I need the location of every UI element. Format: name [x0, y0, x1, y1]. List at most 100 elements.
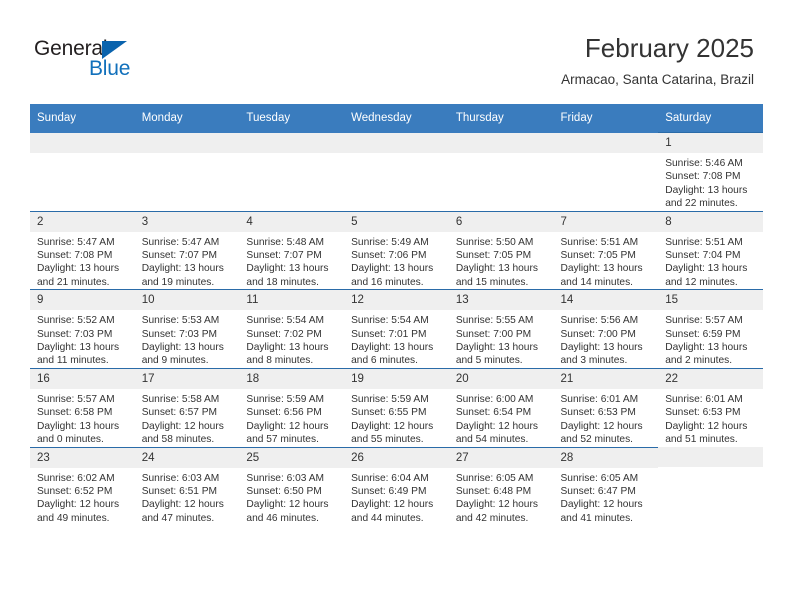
calendar-day-cell[interactable]: 7 Sunrise: 5:51 AM Sunset: 7:05 PM Daylight… — [553, 210, 659, 290]
daylight-duration-line1: Daylight: 12 hours — [351, 499, 434, 511]
calendar-day-cell[interactable]: 1 Sunrise: 5:46 AM Sunset: 7:08 PM Daylight… — [658, 132, 763, 212]
day-number — [134, 132, 240, 153]
page-subtitle: Armacao, Santa Catarina, Brazil — [561, 72, 754, 87]
page-title: February 2025 — [584, 33, 754, 63]
daylight-duration-line1: Daylight: 12 hours — [351, 420, 434, 432]
day-number: 24 — [134, 447, 240, 468]
calendar-day-cell[interactable]: 3 Sunrise: 5:47 AM Sunset: 7:07 PM Daylight… — [134, 210, 240, 290]
calendar-day-cell[interactable]: 19 Sunrise: 5:59 AM Sunset: 6:55 PM Dayligh… — [344, 367, 449, 447]
daylight-duration-line2: and 15 minutes. — [455, 276, 529, 288]
calendar-day-cell[interactable]: 8 Sunrise: 5:51 AM Sunset: 7:04 PM Daylight… — [658, 210, 763, 290]
daylight-duration-line1: Daylight: 13 hours — [455, 342, 538, 354]
daylight-duration-line1: Daylight: 13 hours — [141, 342, 224, 354]
calendar-day-cell[interactable]: 5 Sunrise: 5:49 AM Sunset: 7:06 PM Daylight… — [344, 210, 449, 290]
sunset-time: Sunset: 7:07 PM — [246, 250, 322, 262]
daylight-duration-line2: and 44 minutes. — [351, 512, 424, 524]
day-details: Sunrise: 5:57 AM Sunset: 6:59 PM Daylight:… — [658, 310, 763, 368]
day-details: Sunrise: 5:47 AM Sunset: 7:07 PM Daylight:… — [135, 232, 240, 290]
calendar-day-cell[interactable]: 17 Sunrise: 5:58 AM Sunset: 6:57 PM Dayligh… — [134, 367, 240, 447]
sunset-time: Sunset: 7:08 PM — [665, 171, 741, 183]
calendar-day-cell[interactable]: 28 Sunrise: 6:05 AM Sunset: 6:47 PM Dayligh… — [553, 446, 659, 526]
calendar-day-cell[interactable]: 6 Sunrise: 5:50 AM Sunset: 7:05 PM Daylight… — [448, 210, 554, 290]
daylight-duration-line1: Daylight: 13 hours — [351, 263, 434, 275]
calendar-day-cell[interactable]: 12 Sunrise: 5:54 AM Sunset: 7:01 PM Dayligh… — [344, 289, 449, 369]
calendar-day-cell[interactable]: 21 Sunrise: 6:01 AM Sunset: 6:53 PM Dayligh… — [553, 367, 659, 447]
calendar-day-cell-empty — [134, 132, 240, 212]
daylight-duration-line1: Daylight: 13 hours — [37, 263, 120, 275]
day-number: 13 — [448, 290, 554, 311]
sunset-time: Sunset: 6:51 PM — [141, 485, 218, 497]
sunrise-time: Sunrise: 5:50 AM — [455, 236, 534, 248]
daylight-duration-line1: Daylight: 12 hours — [455, 499, 538, 511]
day-number: 8 — [658, 211, 763, 232]
day-number: 1 — [658, 133, 763, 153]
daylight-duration-line2: and 57 minutes. — [246, 434, 319, 446]
sunset-time: Sunset: 7:03 PM — [141, 328, 218, 340]
daylight-duration-line2: and 46 minutes. — [246, 512, 319, 524]
day-details: Sunrise: 6:00 AM Sunset: 6:54 PM Daylight:… — [449, 389, 554, 447]
daylight-duration-line1: Daylight: 12 hours — [560, 499, 643, 511]
calendar-day-cell[interactable]: 23 Sunrise: 6:02 AM Sunset: 6:52 PM Dayligh… — [30, 446, 135, 526]
day-details: Sunrise: 5:57 AM Sunset: 6:58 PM Daylight:… — [30, 389, 135, 447]
calendar-day-cell[interactable]: 24 Sunrise: 6:03 AM Sunset: 6:51 PM Dayligh… — [134, 446, 240, 526]
calendar-page: General Blue February 2025 Armacao, Sant… — [0, 0, 792, 612]
day-details: Sunrise: 5:50 AM Sunset: 7:05 PM Daylight:… — [449, 232, 554, 290]
daylight-duration-line2: and 18 minutes. — [246, 276, 319, 288]
general-blue-logo[interactable]: General Blue — [34, 38, 224, 86]
calendar-day-cell[interactable]: 18 Sunrise: 5:59 AM Sunset: 6:56 PM Dayligh… — [239, 367, 345, 447]
day-details: Sunrise: 6:05 AM Sunset: 6:47 PM Daylight:… — [554, 468, 659, 526]
calendar-day-cell[interactable]: 2 Sunrise: 5:47 AM Sunset: 7:08 PM Daylight… — [30, 210, 135, 290]
daylight-duration-line1: Daylight: 12 hours — [665, 420, 748, 432]
daylight-duration-line2: and 54 minutes. — [455, 434, 529, 446]
calendar-day-cell[interactable]: 20 Sunrise: 6:00 AM Sunset: 6:54 PM Dayligh… — [448, 367, 554, 447]
calendar-day-cell[interactable]: 10 Sunrise: 5:53 AM Sunset: 7:03 PM Dayligh… — [134, 289, 240, 369]
day-details: Sunrise: 6:03 AM Sunset: 6:51 PM Daylight:… — [135, 468, 240, 526]
daylight-duration-line2: and 12 minutes. — [665, 276, 738, 288]
sunrise-time: Sunrise: 5:51 AM — [560, 236, 639, 248]
sunrise-time: Sunrise: 5:53 AM — [141, 315, 220, 327]
day-details: Sunrise: 5:46 AM Sunset: 7:08 PM Daylight:… — [658, 153, 763, 211]
sunrise-time: Sunrise: 6:05 AM — [560, 472, 639, 484]
calendar-day-cell[interactable]: 27 Sunrise: 6:05 AM Sunset: 6:48 PM Dayligh… — [448, 446, 554, 526]
daylight-duration-line1: Daylight: 13 hours — [665, 342, 748, 354]
daylight-duration-line1: Daylight: 13 hours — [560, 342, 643, 354]
day-number: 22 — [658, 368, 763, 389]
sunset-time: Sunset: 7:08 PM — [37, 250, 113, 262]
daylight-duration-line1: Daylight: 13 hours — [141, 263, 224, 275]
calendar-day-cell[interactable]: 16 Sunrise: 5:57 AM Sunset: 6:58 PM Dayligh… — [30, 367, 135, 447]
day-number — [658, 447, 763, 467]
day-number: 12 — [344, 290, 449, 311]
daylight-duration-line1: Daylight: 12 hours — [246, 420, 329, 432]
calendar-day-cell[interactable]: 15 Sunrise: 5:57 AM Sunset: 6:59 PM Dayligh… — [658, 289, 763, 369]
daylight-duration-line1: Daylight: 12 hours — [246, 499, 329, 511]
calendar-day-cell[interactable]: 13 Sunrise: 5:55 AM Sunset: 7:00 PM Dayligh… — [448, 289, 554, 369]
day-number: 3 — [134, 211, 240, 232]
sunrise-time: Sunrise: 5:49 AM — [351, 236, 429, 248]
sunrise-time: Sunrise: 5:54 AM — [351, 315, 429, 327]
day-number: 7 — [553, 211, 659, 232]
day-details: Sunrise: 5:51 AM Sunset: 7:05 PM Daylight:… — [554, 232, 659, 290]
day-details: Sunrise: 6:04 AM Sunset: 6:49 PM Daylight:… — [344, 468, 449, 526]
day-details: Sunrise: 5:51 AM Sunset: 7:04 PM Daylight:… — [658, 232, 763, 290]
sunset-time: Sunset: 6:58 PM — [37, 407, 113, 419]
calendar-day-cell[interactable]: 26 Sunrise: 6:04 AM Sunset: 6:49 PM Dayligh… — [344, 446, 449, 526]
calendar-day-cell[interactable]: 11 Sunrise: 5:54 AM Sunset: 7:02 PM Dayligh… — [239, 289, 345, 369]
calendar-day-cell[interactable]: 25 Sunrise: 6:03 AM Sunset: 6:50 PM Dayligh… — [239, 446, 345, 526]
sunrise-time: Sunrise: 5:48 AM — [246, 236, 324, 248]
sunset-time: Sunset: 7:03 PM — [37, 328, 113, 340]
daylight-duration-line1: Daylight: 13 hours — [351, 342, 434, 354]
weekday-header-monday: Monday — [134, 104, 240, 133]
calendar-day-cell[interactable]: 9 Sunrise: 5:52 AM Sunset: 7:03 PM Daylight… — [30, 289, 135, 369]
day-number — [448, 132, 554, 153]
day-number: 5 — [344, 211, 449, 232]
sunrise-time: Sunrise: 5:55 AM — [455, 315, 534, 327]
sunrise-time: Sunrise: 6:00 AM — [455, 393, 534, 405]
daylight-duration-line2: and 5 minutes. — [455, 355, 523, 367]
daylight-duration-line2: and 21 minutes. — [37, 276, 110, 288]
calendar-day-cell[interactable]: 22 Sunrise: 6:01 AM Sunset: 6:53 PM Dayligh… — [658, 367, 763, 447]
calendar-week-row: 23 Sunrise: 6:02 AM Sunset: 6:52 PM Dayligh… — [30, 446, 763, 526]
calendar-day-cell[interactable]: 4 Sunrise: 5:48 AM Sunset: 7:07 PM Daylight… — [239, 210, 345, 290]
daylight-duration-line2: and 19 minutes. — [141, 276, 215, 288]
day-details: Sunrise: 5:58 AM Sunset: 6:57 PM Daylight:… — [135, 389, 240, 447]
calendar-day-cell[interactable]: 14 Sunrise: 5:56 AM Sunset: 7:00 PM Dayligh… — [553, 289, 659, 369]
